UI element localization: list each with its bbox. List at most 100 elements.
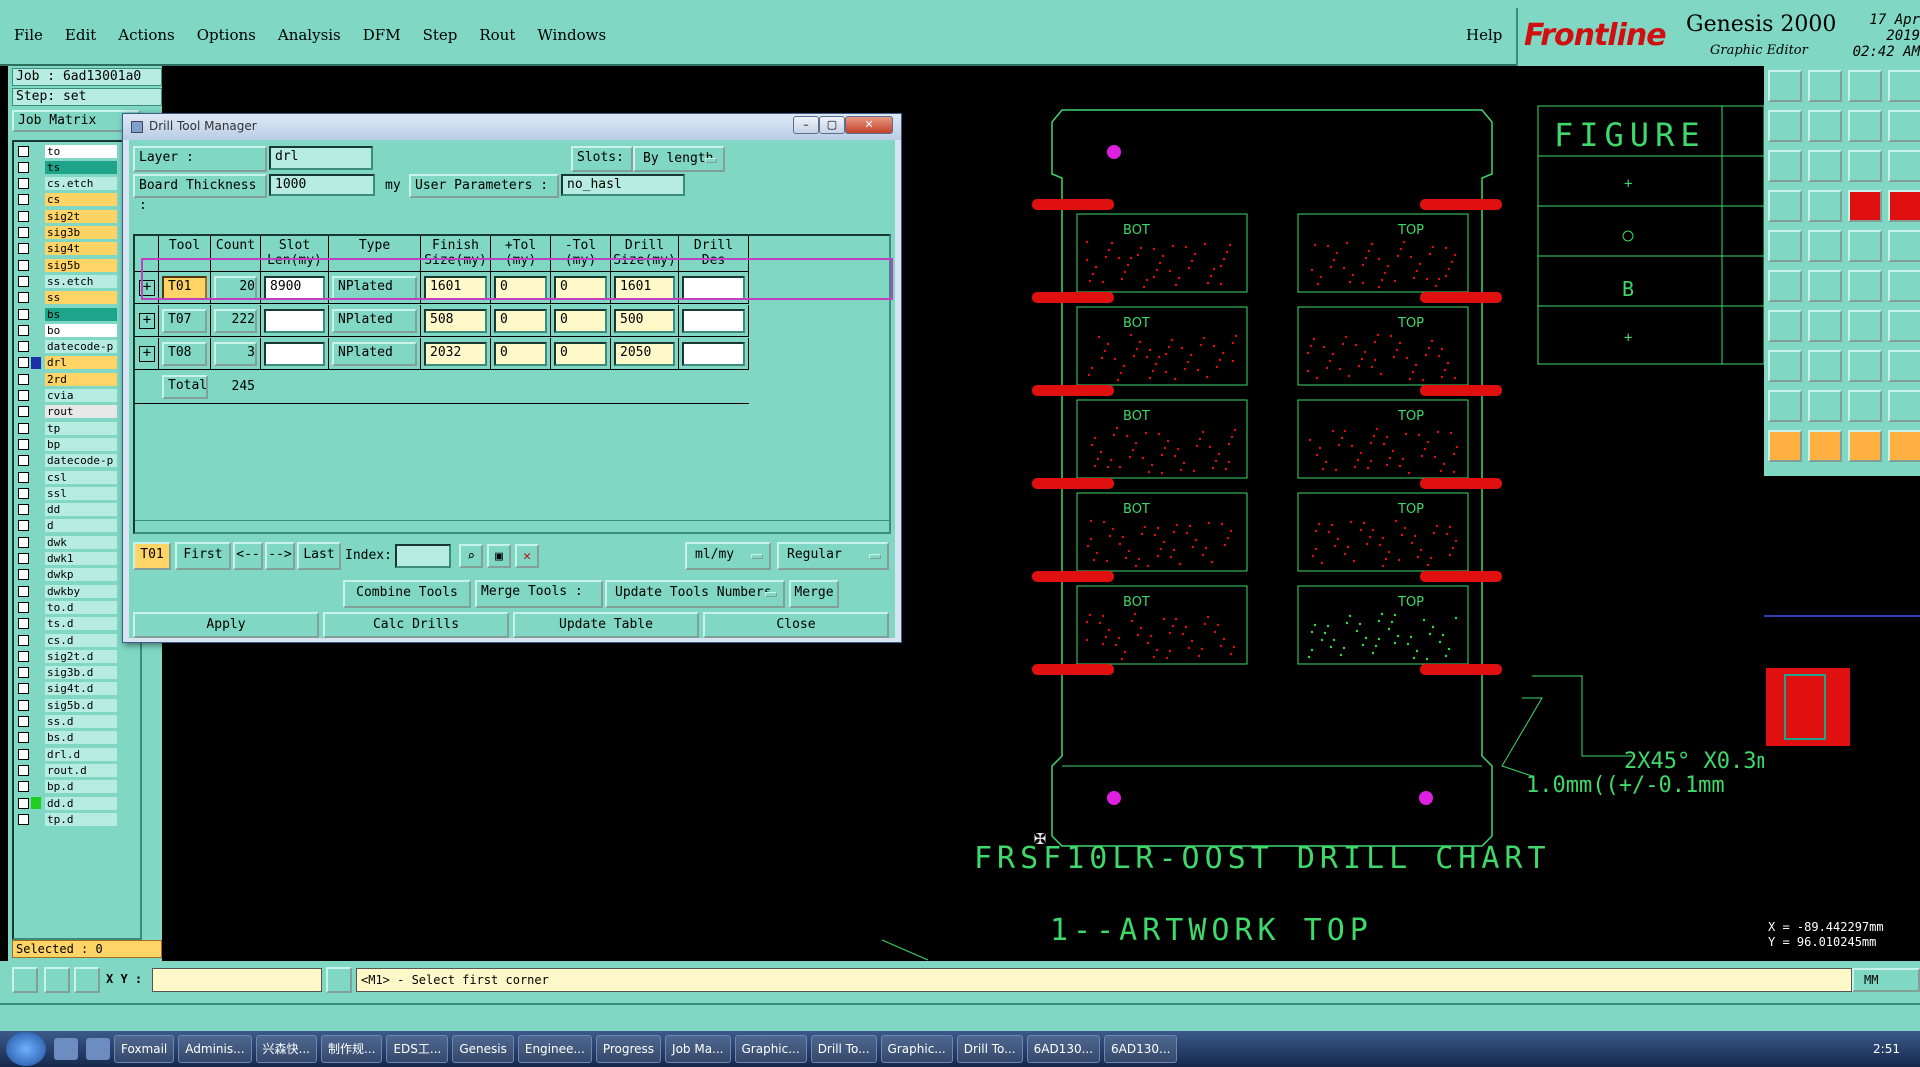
layer-checkbox[interactable] <box>18 520 29 532</box>
layer-row[interactable]: dwkp <box>18 568 117 582</box>
layer-row[interactable]: ss.d <box>18 715 117 729</box>
layer-row[interactable]: sig4t.d <box>18 682 117 696</box>
triangle-icon-3[interactable] <box>1848 390 1882 422</box>
layer-checkbox[interactable] <box>18 618 29 630</box>
menu-file[interactable]: File <box>14 26 43 44</box>
taskbar-item[interactable]: Enginee... <box>517 1035 592 1063</box>
layer-checkbox[interactable] <box>18 243 29 255</box>
layer-checkbox[interactable] <box>18 813 29 825</box>
job-matrix-button[interactable]: Job Matrix <box>12 110 140 132</box>
box-icon[interactable] <box>1848 350 1882 382</box>
next-button[interactable]: --> <box>265 542 295 570</box>
taskbar-item[interactable]: Adminis... <box>178 1035 252 1063</box>
layer-checkbox[interactable] <box>18 471 29 483</box>
taskbar-item[interactable]: Foxmail <box>114 1035 175 1063</box>
window-icon[interactable] <box>1888 70 1920 102</box>
layer-input[interactable]: drl <box>269 146 373 170</box>
connect-icon[interactable] <box>1768 270 1802 302</box>
fit-icon[interactable] <box>1768 150 1802 182</box>
apply-button[interactable]: Apply <box>133 612 319 638</box>
layer-row[interactable]: bs <box>18 307 117 321</box>
layer-row[interactable]: bo <box>18 323 117 337</box>
layer-checkbox[interactable] <box>18 210 29 222</box>
first-button[interactable]: First <box>175 542 231 570</box>
dot-icon[interactable] <box>1888 230 1920 262</box>
expand-row-icon[interactable]: + <box>139 313 155 329</box>
layer-row[interactable]: dd.d <box>18 796 117 810</box>
layer-row[interactable]: dwk1 <box>18 552 117 566</box>
arc-icon[interactable] <box>1848 310 1882 342</box>
layer-row[interactable]: ss <box>18 291 117 305</box>
group-icon[interactable] <box>1888 350 1920 382</box>
layer-row[interactable]: sig5b.d <box>18 698 117 712</box>
move-left-icon[interactable] <box>1768 110 1802 142</box>
start-button[interactable] <box>6 1032 46 1066</box>
layer-checkbox[interactable] <box>18 487 29 499</box>
taskbar-item[interactable]: 制作规... <box>321 1035 383 1063</box>
layer-row[interactable]: to.d <box>18 600 117 614</box>
layer-checkbox[interactable] <box>18 585 29 597</box>
layer-checkbox[interactable] <box>18 504 29 516</box>
layer-checkbox[interactable] <box>18 227 29 238</box>
layer-row[interactable]: bp <box>18 437 117 451</box>
horizontal-scrollbar[interactable] <box>135 520 889 532</box>
triangle-icon[interactable] <box>1768 390 1802 422</box>
taskbar-item[interactable]: 6AD130... <box>1104 1035 1178 1063</box>
layer-checkbox[interactable] <box>18 455 29 467</box>
layer-checkbox[interactable] <box>18 308 29 320</box>
units-selector[interactable]: MM <box>1852 968 1920 992</box>
layer-row[interactable]: rout.d <box>18 763 117 777</box>
layer-row[interactable]: csl <box>18 470 117 484</box>
taskbar-item[interactable]: Progress <box>595 1035 662 1063</box>
layer-row[interactable]: cvia <box>18 389 117 403</box>
layer-checkbox[interactable] <box>18 536 29 548</box>
layer-checkbox[interactable] <box>18 781 29 793</box>
net-icon[interactable] <box>1848 190 1882 222</box>
combine-tools-button[interactable]: Combine Tools <box>343 580 471 608</box>
menu-windows[interactable]: Windows <box>537 26 606 44</box>
cell-mtol[interactable]: 0 <box>554 342 607 366</box>
taskbar-item[interactable]: EDS工... <box>386 1035 449 1063</box>
layer-checkbox[interactable] <box>18 553 29 564</box>
menu-edit[interactable]: Edit <box>65 26 96 44</box>
layer-row[interactable]: sig5b <box>18 258 117 272</box>
angle-icon[interactable] <box>1768 310 1802 342</box>
layer-checkbox[interactable] <box>18 178 29 190</box>
layer-row[interactable]: bs.d <box>18 731 117 745</box>
layer-checkbox[interactable] <box>18 634 29 646</box>
cell-type[interactable]: NPlated <box>332 309 417 333</box>
settings-icon[interactable] <box>1768 190 1802 222</box>
layer-checkbox[interactable] <box>18 259 29 271</box>
layer-row[interactable]: bp.d <box>18 780 117 794</box>
layer-row[interactable]: tp <box>18 421 117 435</box>
layer-row[interactable]: datecode-p <box>18 454 117 468</box>
cross-icon[interactable] <box>1808 270 1842 302</box>
layer-row[interactable]: sig3b <box>18 226 117 240</box>
cell-tool[interactable]: T08 <box>162 342 207 366</box>
layer-up-icon[interactable] <box>1768 70 1802 102</box>
cell-slot_len[interactable] <box>264 309 325 333</box>
layer-row[interactable]: to <box>18 144 117 158</box>
last-button[interactable]: Last <box>297 542 341 570</box>
taskbar-item[interactable]: Drill To... <box>956 1035 1023 1063</box>
layer-row[interactable]: drl.d <box>18 747 117 761</box>
layer-checkbox[interactable] <box>18 650 29 662</box>
layer-checkbox[interactable] <box>18 797 29 809</box>
draw-icon[interactable] <box>1808 310 1842 342</box>
layer-checkbox[interactable] <box>18 699 29 711</box>
save-icon[interactable]: ▣ <box>487 544 511 568</box>
window-titlebar[interactable]: Drill Tool Manager – ▢ ✕ <box>123 114 901 140</box>
layer-checkbox[interactable] <box>18 194 29 206</box>
layer-checkbox[interactable] <box>18 324 29 336</box>
layer-row[interactable]: sig2t <box>18 209 117 223</box>
layer-checkbox[interactable] <box>18 601 29 613</box>
cell-des[interactable] <box>682 342 745 366</box>
menu-actions[interactable]: Actions <box>118 26 174 44</box>
layer-row[interactable]: cs <box>18 193 117 207</box>
grid-icon[interactable] <box>74 967 100 993</box>
route-icon[interactable] <box>1848 270 1882 302</box>
update-tools-numbers-dropdown[interactable]: Update Tools Numbers <box>605 580 785 608</box>
cell-finish[interactable]: 2032 <box>424 342 487 366</box>
mode-dropdown[interactable]: Regular <box>777 542 889 570</box>
layer-checkbox[interactable] <box>18 764 29 776</box>
